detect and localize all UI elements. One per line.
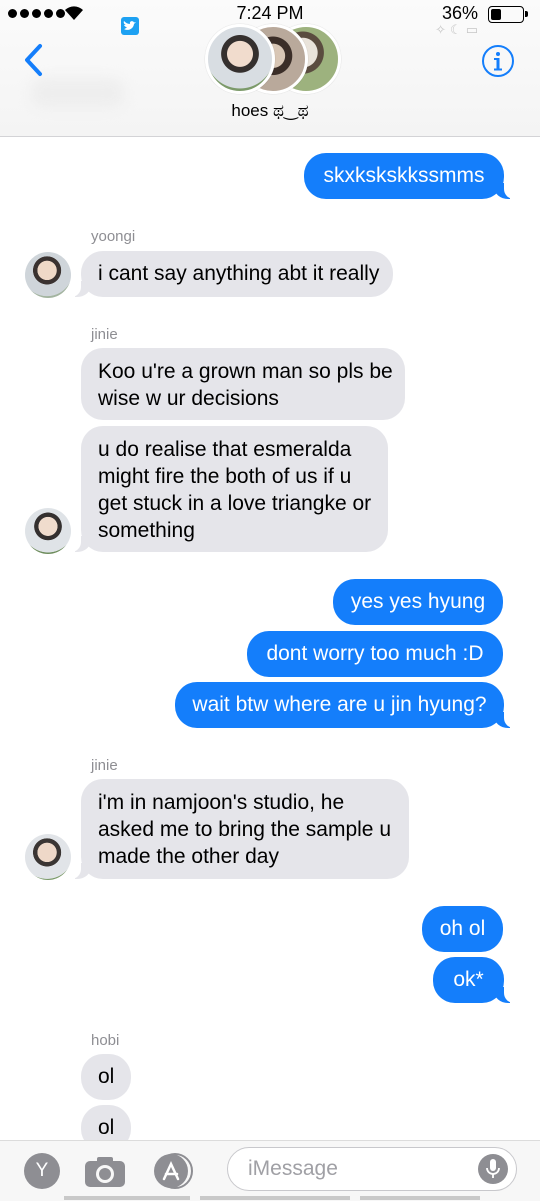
microphone-icon[interactable] (478, 1154, 508, 1184)
info-icon[interactable] (481, 44, 515, 78)
bottom-divider (64, 1196, 190, 1200)
outgoing-message[interactable]: wait btw where are u jin hyung? (175, 682, 514, 728)
bottom-divider (360, 1196, 480, 1200)
conversation-title[interactable]: hoes ಥ‿ಥ (0, 101, 540, 121)
conversation-header: 7:24 PM 36% ✧☾▭ hoes ಥ‿ಥ (0, 0, 540, 137)
system-status-icons: ✧☾▭ (435, 22, 482, 37)
sender-name: yoongi (91, 228, 136, 245)
outgoing-message[interactable]: yes yes hyung (333, 579, 503, 625)
bottom-divider (200, 1196, 350, 1200)
message-composer: Y iMessage (0, 1140, 540, 1201)
incoming-message[interactable]: i cant say anything abt it really (71, 251, 393, 297)
incoming-message[interactable]: i'm in namjoon's studio, he asked me to … (71, 779, 409, 879)
camera-icon[interactable] (83, 1155, 127, 1189)
sender-name: hobi (91, 1032, 120, 1049)
app-store-icon[interactable] (153, 1153, 193, 1189)
battery-percent: 36% (441, 3, 478, 23)
input-placeholder: iMessage (248, 1157, 338, 1180)
incoming-message[interactable]: u do realise that esmeralda might fire t… (71, 426, 388, 552)
avatar[interactable] (25, 252, 71, 298)
back-chevron-icon[interactable] (20, 42, 48, 78)
imessage-input[interactable]: iMessage (227, 1147, 517, 1191)
incoming-message[interactable]: ol (81, 1054, 131, 1100)
avatar[interactable] (25, 508, 71, 554)
outgoing-message[interactable]: skxkskskkssmms (304, 153, 514, 199)
sender-name: jinie (91, 757, 118, 774)
group-avatar-1 (205, 24, 275, 94)
outgoing-message[interactable]: ok* (433, 957, 514, 1003)
avatar[interactable] (25, 834, 71, 880)
outgoing-message[interactable]: oh ol (422, 906, 503, 952)
incoming-message[interactable]: Koo u're a grown man so pls be wise w ur… (81, 348, 405, 420)
battery-icon (488, 6, 528, 23)
twitter-icon (121, 17, 139, 35)
outgoing-message[interactable]: dont worry too much :D (247, 631, 503, 677)
group-avatars[interactable] (205, 24, 341, 94)
sender-name: jinie (91, 326, 118, 343)
app-drawer-y-icon[interactable]: Y (24, 1153, 60, 1189)
